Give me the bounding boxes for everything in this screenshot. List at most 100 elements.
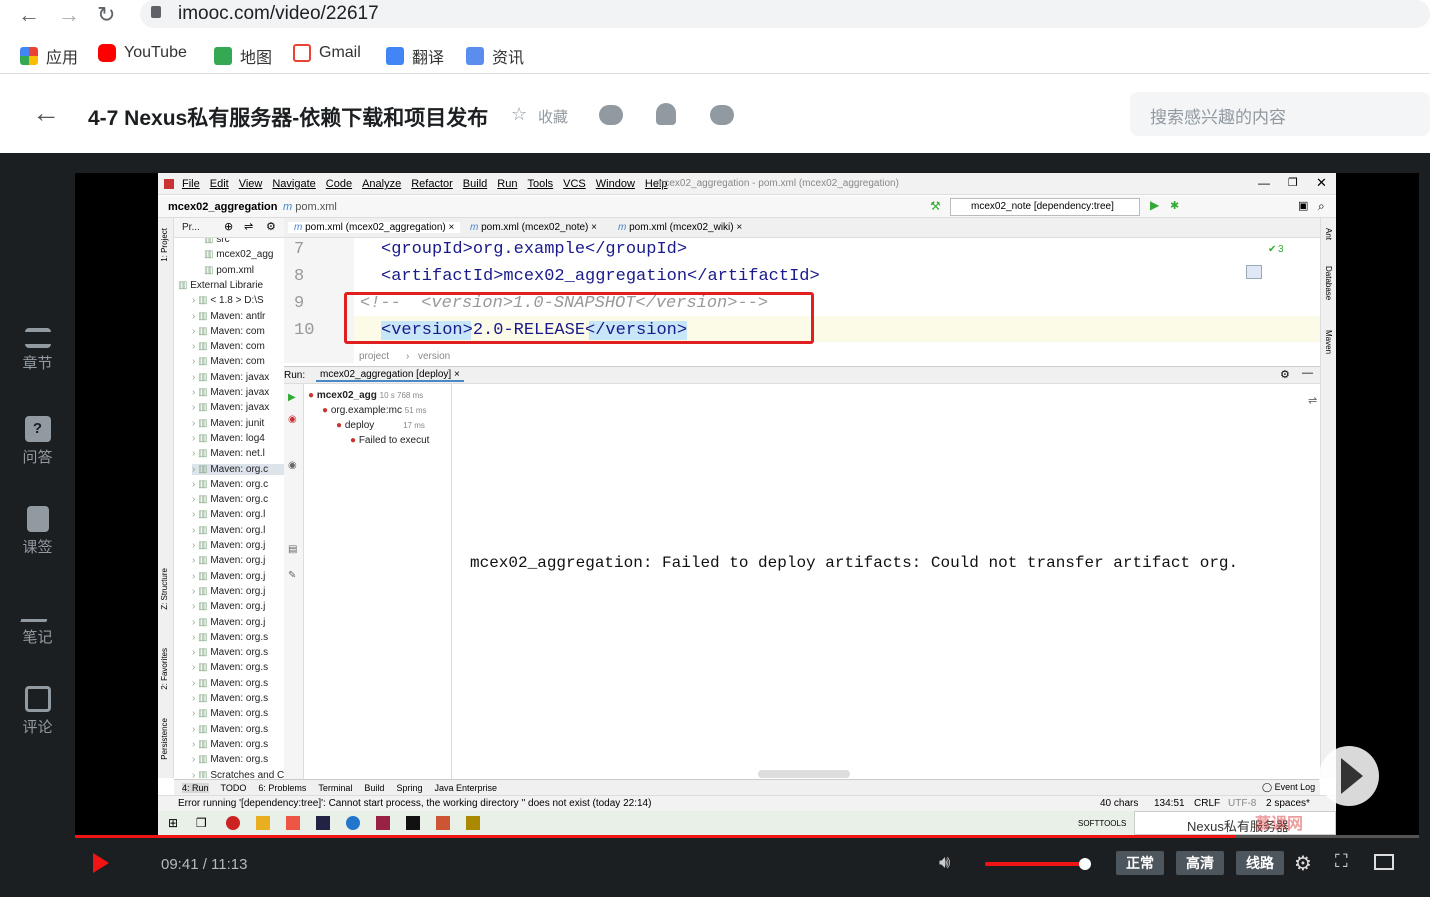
sidebar-item-notes[interactable]: 笔记: [0, 596, 75, 647]
tree-item[interactable]: › ▥ Maven: com: [192, 341, 265, 352]
back-icon[interactable]: ←: [18, 2, 40, 28]
settings-icon[interactable]: ⚙: [266, 220, 276, 233]
hammer-icon[interactable]: ⚒: [930, 199, 941, 213]
bottom-tab[interactable]: 4: Run: [182, 782, 209, 793]
url-text[interactable]: imooc.com/video/22617: [178, 3, 379, 25]
run-tab[interactable]: mcex02_aggregation [deploy] ×: [316, 369, 464, 382]
rerun-icon[interactable]: ▶: [288, 392, 296, 403]
tab-pom-wiki[interactable]: m pom.xml (mcex02_wiki) ×: [618, 222, 742, 233]
menu-refactor[interactable]: Refactor: [411, 178, 453, 190]
run-console[interactable]: mcex02_aggregation: Failed to deploy art…: [452, 384, 1320, 779]
tab-pom-note[interactable]: m pom.xml (mcex02_note) ×: [470, 222, 597, 233]
bookmark-youtube[interactable]: YouTube: [98, 44, 187, 62]
menu-window[interactable]: Window: [596, 178, 635, 190]
intellij-task-icon[interactable]: [316, 816, 330, 830]
status-encoding[interactable]: UTF-8: [1228, 798, 1256, 809]
tree-item[interactable]: › ▥ Maven: org.s: [192, 632, 268, 643]
tree-item[interactable]: › ▥ Maven: org.c: [192, 479, 268, 490]
quality-normal-button[interactable]: 正常: [1116, 851, 1164, 875]
app-misc-icon[interactable]: [436, 816, 450, 830]
tree-item[interactable]: › ▥ Maven: net.l: [192, 448, 265, 459]
maven-reload-icon[interactable]: [1246, 265, 1262, 279]
bottom-tab[interactable]: TODO: [221, 783, 247, 793]
persistence-tool-tab[interactable]: Persistence: [160, 718, 169, 760]
tree-item[interactable]: › ▥ Maven: javax: [192, 402, 269, 413]
menu-build[interactable]: Build: [463, 178, 487, 190]
bookmark-apps[interactable]: 应用: [20, 44, 78, 68]
bookmark-news[interactable]: 资讯: [466, 44, 524, 68]
structure-tool-tab[interactable]: Z: Structure: [160, 568, 169, 610]
tree-item[interactable]: › ▥ Maven: org.c: [192, 494, 268, 505]
debug-icon[interactable]: ✱: [1170, 199, 1179, 212]
run-icon[interactable]: ▶: [1150, 198, 1159, 212]
route-button[interactable]: 线路: [1236, 851, 1284, 875]
menu-navigate[interactable]: Navigate: [272, 178, 315, 190]
menu-run[interactable]: Run: [497, 178, 517, 190]
database-tool-tab[interactable]: Database: [1324, 266, 1333, 300]
tree-item[interactable]: › ▥ Maven: javax: [192, 387, 269, 398]
wechat-icon[interactable]: [599, 105, 623, 125]
ant-tool-tab[interactable]: Ant: [1324, 228, 1333, 240]
big-play-button[interactable]: [1319, 746, 1379, 806]
sidebar-item-bookmarks[interactable]: 课签: [0, 506, 75, 557]
bottom-tab[interactable]: Java Enterprise: [434, 783, 497, 793]
tree-item[interactable]: › ▥ Maven: org.j: [192, 571, 265, 582]
run-child-node[interactable]: ● org.example:mc 51 ms: [322, 405, 427, 416]
horizontal-scrollbar[interactable]: [758, 770, 850, 778]
search-input[interactable]: 搜索感兴趣的内容: [1150, 103, 1286, 128]
run-deploy-node[interactable]: ● deploy 17 ms: [336, 420, 425, 431]
crumb-project[interactable]: project: [359, 351, 389, 362]
maven-tool-tab[interactable]: Maven: [1324, 330, 1333, 354]
tree-item[interactable]: › ▥ Maven: antlr: [192, 311, 265, 322]
bookmark-translate[interactable]: 翻译: [386, 44, 444, 68]
tree-item[interactable]: › ▥ Maven: com: [192, 326, 265, 337]
wrap-icon[interactable]: ⇌: [1308, 394, 1317, 407]
restore-icon[interactable]: ❐: [1288, 176, 1298, 189]
event-log-tab[interactable]: ◯ Event Log: [1262, 782, 1315, 793]
tree-item[interactable]: › ▥ Maven: org.l: [192, 525, 265, 536]
app-red-icon[interactable]: [226, 816, 240, 830]
terminal-icon[interactable]: [406, 816, 420, 830]
menu-tools[interactable]: Tools: [527, 178, 553, 190]
fullscreen-icon[interactable]: ⛶: [1335, 851, 1348, 872]
tree-item[interactable]: › ▥ Maven: org.l: [192, 509, 265, 520]
sidebar-item-qa[interactable]: ? 问答: [0, 416, 75, 467]
tree-item[interactable]: › ▥ Maven: log4: [192, 433, 265, 444]
tree-item[interactable]: › ▥ Maven: org.j: [192, 601, 265, 612]
tree-item[interactable]: › ▥ Maven: org.j: [192, 540, 265, 551]
menu-analyze[interactable]: Analyze: [362, 178, 401, 190]
collect-button[interactable]: 收藏: [538, 106, 568, 127]
tree-item[interactable]: › ▥ Maven: org.s: [192, 662, 268, 673]
status-position[interactable]: 134:51: [1154, 798, 1185, 809]
windows-start-icon[interactable]: ⊞: [168, 816, 178, 830]
collapse-icon[interactable]: ⇌: [244, 220, 253, 233]
tree-item[interactable]: › ▥ Maven: org.s: [192, 678, 268, 689]
stop-icon[interactable]: ◉: [288, 414, 297, 425]
tree-item[interactable]: › ▥ Maven: junit: [192, 418, 264, 429]
tree-item[interactable]: › ▥ Maven: org.j: [192, 586, 265, 597]
tree-item[interactable]: › ▥ Maven: org.c: [192, 463, 284, 475]
play-pause-icon[interactable]: [93, 853, 109, 873]
code-line[interactable]: <groupId>org.example</groupId>: [381, 240, 687, 259]
bottom-tab[interactable]: Spring: [396, 783, 422, 793]
minimize-icon[interactable]: —: [1258, 176, 1270, 190]
volume-icon[interactable]: 🔊︎: [939, 852, 950, 873]
star-icon[interactable]: ☆: [511, 104, 527, 125]
tree-item[interactable]: ▥ External Librarie: [178, 280, 263, 291]
pip-icon[interactable]: [1374, 854, 1394, 870]
tree-item[interactable]: › ▥ Maven: org.j: [192, 555, 265, 566]
volume-slider[interactable]: [985, 862, 1085, 866]
tree-item[interactable]: › ▥ Scratches and C: [192, 770, 284, 779]
target-icon[interactable]: ⊕: [224, 220, 233, 233]
layout-icon[interactable]: ▣: [1298, 199, 1308, 212]
tree-item[interactable]: › ▥ Maven: org.s: [192, 708, 268, 719]
app-orange-icon[interactable]: [286, 816, 300, 830]
eye-icon[interactable]: ◉: [288, 460, 297, 471]
pin-icon[interactable]: ✎: [288, 570, 296, 581]
bookmark-maps[interactable]: 地图: [214, 44, 272, 68]
reload-icon[interactable]: ↻: [97, 2, 115, 28]
taskview-icon[interactable]: ❒: [196, 816, 207, 830]
menu-code[interactable]: Code: [326, 178, 352, 190]
tree-item[interactable]: › ▥ Maven: org.s: [192, 693, 268, 704]
menu-vcs[interactable]: VCS: [563, 178, 586, 190]
